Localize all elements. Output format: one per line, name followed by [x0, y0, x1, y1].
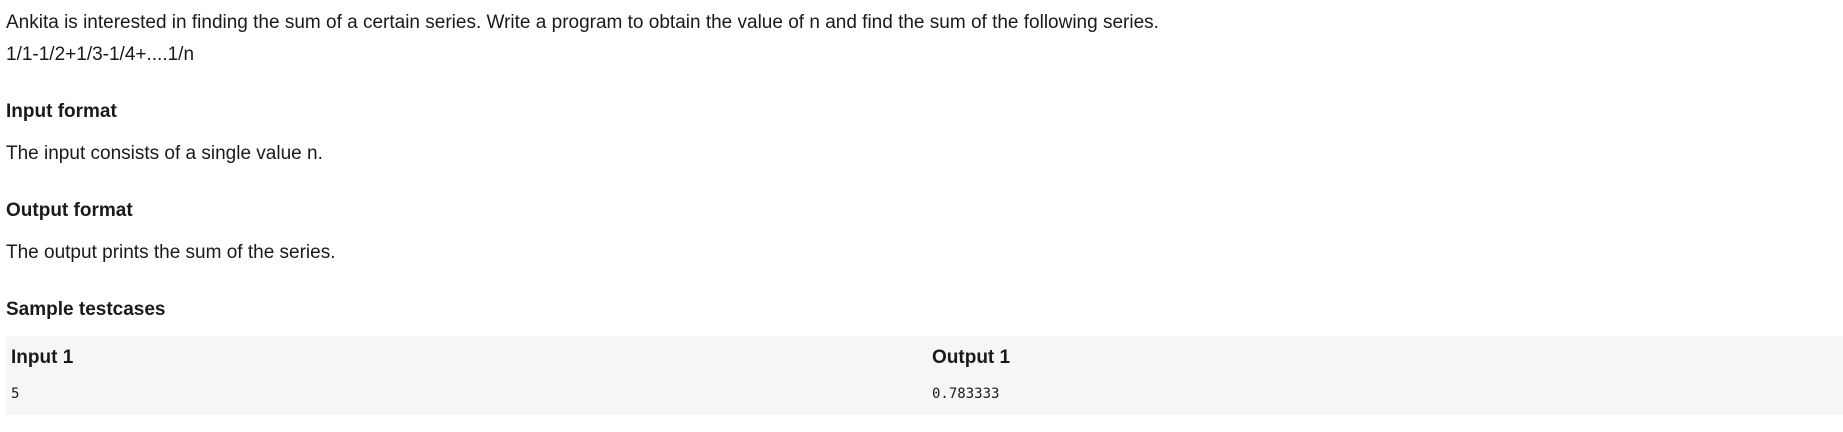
output-format-text: The output prints the sum of the series. — [6, 242, 336, 263]
output-value: 0.783333 — [932, 386, 1000, 402]
sample-testcases-heading: Sample testcases — [6, 299, 166, 320]
input-format-heading: Input format — [6, 101, 117, 122]
input-column-header: Input 1 — [11, 347, 74, 368]
problem-statement: Ankita is interested in finding the sum … — [6, 12, 1159, 33]
input-format-text: The input consists of a single value n. — [6, 143, 323, 164]
series-expression: 1/1-1/2+1/3-1/4+....1/n — [6, 44, 195, 65]
sample-testcase-table: Input 1 5 Output 1 0.783333 — [6, 336, 1843, 415]
input-value: 5 — [11, 386, 20, 402]
output-column-header: Output 1 — [932, 347, 1011, 368]
output-format-heading: Output format — [6, 200, 133, 221]
